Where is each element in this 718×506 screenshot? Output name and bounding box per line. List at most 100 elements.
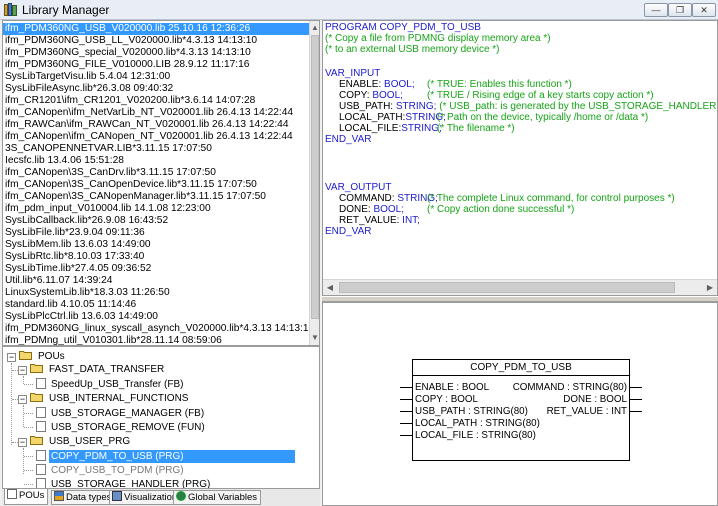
var-line-done: DONE: BOOL; [339, 204, 405, 215]
library-list-item[interactable]: ifm_PDM360NG_FILE_V010000.LIB 28.9.12 11… [3, 59, 309, 71]
tab-data-types[interactable]: Data types [51, 490, 116, 505]
block-input-pin: COPY : BOOL [415, 394, 478, 405]
pou-document-icon [36, 464, 46, 475]
library-list-item[interactable]: 3S_CANOPENNETVAR.LIB*3.11.15 17:07:50 [3, 143, 309, 155]
library-manager-client: ▲ ▼ ifm_PDM360NG_USB_V020000.lib 25.10.1… [0, 20, 718, 506]
scroll-down-icon[interactable]: ▼ [310, 331, 319, 345]
function-block[interactable]: COPY_PDM_TO_USB ENABLE : BOOL COPY : BOO… [412, 359, 630, 461]
tree-item-speedup-usb-transfer[interactable]: SpeedUp_USB_Transfer (FB) [36, 378, 185, 391]
block-diagram-view[interactable]: COPY_PDM_TO_USB ENABLE : BOOL COPY : BOO… [322, 302, 718, 506]
library-list-item[interactable]: standard.lib 4.10.05 11:14:46 [3, 299, 309, 311]
block-output-pin: DONE : BOOL [563, 394, 627, 405]
tree-item-usb-storage-manager[interactable]: USB_STORAGE_MANAGER (FB) [36, 407, 206, 420]
code-comment: (* The filename *) [437, 123, 515, 134]
tab-pous[interactable]: POUs [4, 489, 49, 505]
library-list-item[interactable]: ifm_CANopen\3S_CanDrv.lib*3.11.15 17:07:… [3, 167, 309, 179]
input-wire [400, 423, 412, 424]
library-list-item[interactable]: SysLibFile.lib*23.9.04 09:11:36 [3, 227, 309, 239]
library-list-item[interactable]: ifm_PDMng_util_V010301.lib*28.11.14 08:5… [3, 335, 309, 345]
block-output-pin: RET_VALUE : INT [546, 406, 627, 417]
block-input-pin: LOCAL_FILE : STRING(80) [415, 430, 536, 441]
end-var-keyword: END_VAR [325, 134, 372, 145]
library-list-item[interactable]: ifm_PDM360NG_USB_V020000.lib 25.10.16 12… [3, 23, 309, 35]
output-wire [630, 399, 642, 400]
var-line-local-file: LOCAL_FILE:STRING; [339, 123, 442, 134]
globe-icon [176, 491, 186, 501]
restore-icon: ❐ [675, 5, 685, 15]
visualization-icon [112, 491, 122, 501]
library-list-item[interactable]: ifm_PDM360NG_linux_syscall_asynch_V02000… [3, 323, 309, 335]
tree-root-pous[interactable]: POUs [19, 350, 67, 363]
input-wire [400, 387, 412, 388]
editor-horizontal-scrollbar[interactable]: ◀ ▶ [323, 279, 717, 295]
scroll-right-icon[interactable]: ▶ [703, 280, 717, 295]
window-title: Library Manager [22, 3, 110, 17]
close-button[interactable]: ✕ [692, 3, 716, 17]
code-comment: (* Path on the device, typically /home o… [437, 112, 649, 123]
library-list-item[interactable]: ifm_CANopen\ifm_CANopen_NT_V020001.lib 2… [3, 131, 309, 143]
pou-document-icon [36, 421, 46, 432]
tree-item-copy-usb-to-pdm[interactable]: COPY_USB_TO_PDM (PRG) [36, 464, 186, 477]
tree-item-usb-storage-remove[interactable]: USB_STORAGE_REMOVE (FUN) [36, 421, 207, 434]
tree-collapse-icon[interactable]: − [18, 395, 27, 404]
library-manager-icon [4, 3, 17, 16]
code-comment: (* Copy a file from PDMNG display memory… [325, 33, 551, 44]
library-list-item[interactable]: SysLibCallback.lib*26.9.08 16:43:52 [3, 215, 309, 227]
library-list-item[interactable]: SysLibFileAsync.lib*26.3.08 09:40:32 [3, 83, 309, 95]
tree-item-copy-pdm-to-usb[interactable]: COPY_PDM_TO_USB (PRG) [36, 450, 295, 463]
library-list-item[interactable]: ifm_CANopen\3S_CanOpenDevice.lib*3.11.15… [3, 179, 309, 191]
library-list-item[interactable]: ifm_CR1201\ifm_CR1201_V020200.lib*3.6.14… [3, 95, 309, 107]
library-list-item[interactable]: ifm_PDM360NG_special_V020000.lib*4.3.13 … [3, 47, 309, 59]
declaration-editor[interactable]: PROGRAM COPY_PDM_TO_USB (* Copy a file f… [322, 20, 718, 296]
close-icon: ✕ [700, 5, 708, 15]
scroll-thumb[interactable] [339, 282, 675, 293]
var-output-keyword: VAR_OUTPUT [325, 182, 392, 193]
pou-tree[interactable]: − POUs − FAST_DATA_TRANSFER SpeedUp_USB_… [2, 346, 320, 489]
library-list-item[interactable]: ifm_CANopen\3S_CANopenManager.lib*3.11.1… [3, 191, 309, 203]
restore-button[interactable]: ❐ [668, 3, 692, 17]
tree-item-usb-storage-handler[interactable]: USB_STORAGE_HANDLER (PRG) [36, 478, 212, 488]
scroll-left-icon[interactable]: ◀ [323, 280, 337, 295]
var-line-copy: COPY: BOOL; [339, 90, 403, 101]
scroll-up-icon[interactable]: ▲ [310, 21, 319, 35]
library-list-item[interactable]: Iecsfc.lib 13.4.06 15:51:28 [3, 155, 309, 167]
library-list-item[interactable]: ifm_PDM360NG_USB_LL_V020000.lib*4.3.13 1… [3, 35, 309, 47]
tree-collapse-icon[interactable]: − [7, 353, 16, 362]
folder-open-icon [30, 364, 43, 373]
code-comment: (* to an external USB memory device *) [325, 44, 500, 55]
minimize-icon: — [651, 5, 661, 15]
tree-folder-fast-data-transfer[interactable]: FAST_DATA_TRANSFER [30, 363, 166, 376]
block-input-pin: USB_PATH : STRING(80) [415, 406, 528, 417]
minimize-button[interactable]: — [644, 3, 668, 17]
block-input-pin: ENABLE : BOOL [415, 382, 490, 393]
code-comment: (* TRUE / Rising edge of a key starts co… [427, 90, 654, 101]
library-list-item[interactable]: Util.lib*6.11.07 14:39:24 [3, 275, 309, 287]
tab-global-variables[interactable]: Global Variables [173, 490, 262, 505]
library-list-item[interactable]: ifm_RAWCan\ifm_RAWCan_NT_V020001.lib 26.… [3, 119, 309, 131]
library-list-item[interactable]: LinuxSystemLib.lib*18.3.03 11:26:50 [3, 287, 309, 299]
tree-collapse-icon[interactable]: − [18, 366, 27, 375]
datatypes-icon [54, 491, 64, 501]
folder-open-icon [30, 436, 43, 445]
pou-document-icon [36, 407, 46, 418]
library-list-item[interactable]: ifm_pdm_input_V010004.lib 14.1.08 12:23:… [3, 203, 309, 215]
program-declaration: PROGRAM COPY_PDM_TO_USB [325, 22, 481, 33]
library-list-item[interactable]: SysLibRtc.lib*8.10.03 17:33:40 [3, 251, 309, 263]
tree-folder-usb-user-prg[interactable]: USB_USER_PRG [30, 435, 132, 448]
library-list-item[interactable]: ifm_CANopen\ifm_NetVarLib_NT_V020001.lib… [3, 107, 309, 119]
library-list[interactable]: ▲ ▼ ifm_PDM360NG_USB_V020000.lib 25.10.1… [2, 20, 320, 346]
code-comment: (* TRUE: Enables this function *) [427, 79, 572, 90]
library-list-scrollbar[interactable]: ▲ ▼ [309, 21, 319, 345]
library-list-item[interactable]: SysLibPlcCtrl.lib 13.6.03 14:49:00 [3, 311, 309, 323]
block-output-pin: COMMAND : STRING(80) [512, 382, 627, 393]
tree-collapse-icon[interactable]: − [18, 438, 27, 447]
library-list-item[interactable]: SysLibMem.lib 13.6.03 14:49:00 [3, 239, 309, 251]
library-list-item[interactable]: SysLibTime.lib*27.4.05 09:36:52 [3, 263, 309, 275]
input-wire [400, 411, 412, 412]
scroll-thumb[interactable] [311, 35, 319, 319]
library-list-item[interactable]: SysLibTargetVisu.lib 5.4.04 12:31:00 [3, 71, 309, 83]
tree-folder-usb-internal-functions[interactable]: USB_INTERNAL_FUNCTIONS [30, 392, 190, 405]
input-wire [400, 435, 412, 436]
output-wire [630, 387, 642, 388]
var-line-usb-path: USB_PATH: STRING; (* USB_path: is genera… [339, 101, 717, 112]
